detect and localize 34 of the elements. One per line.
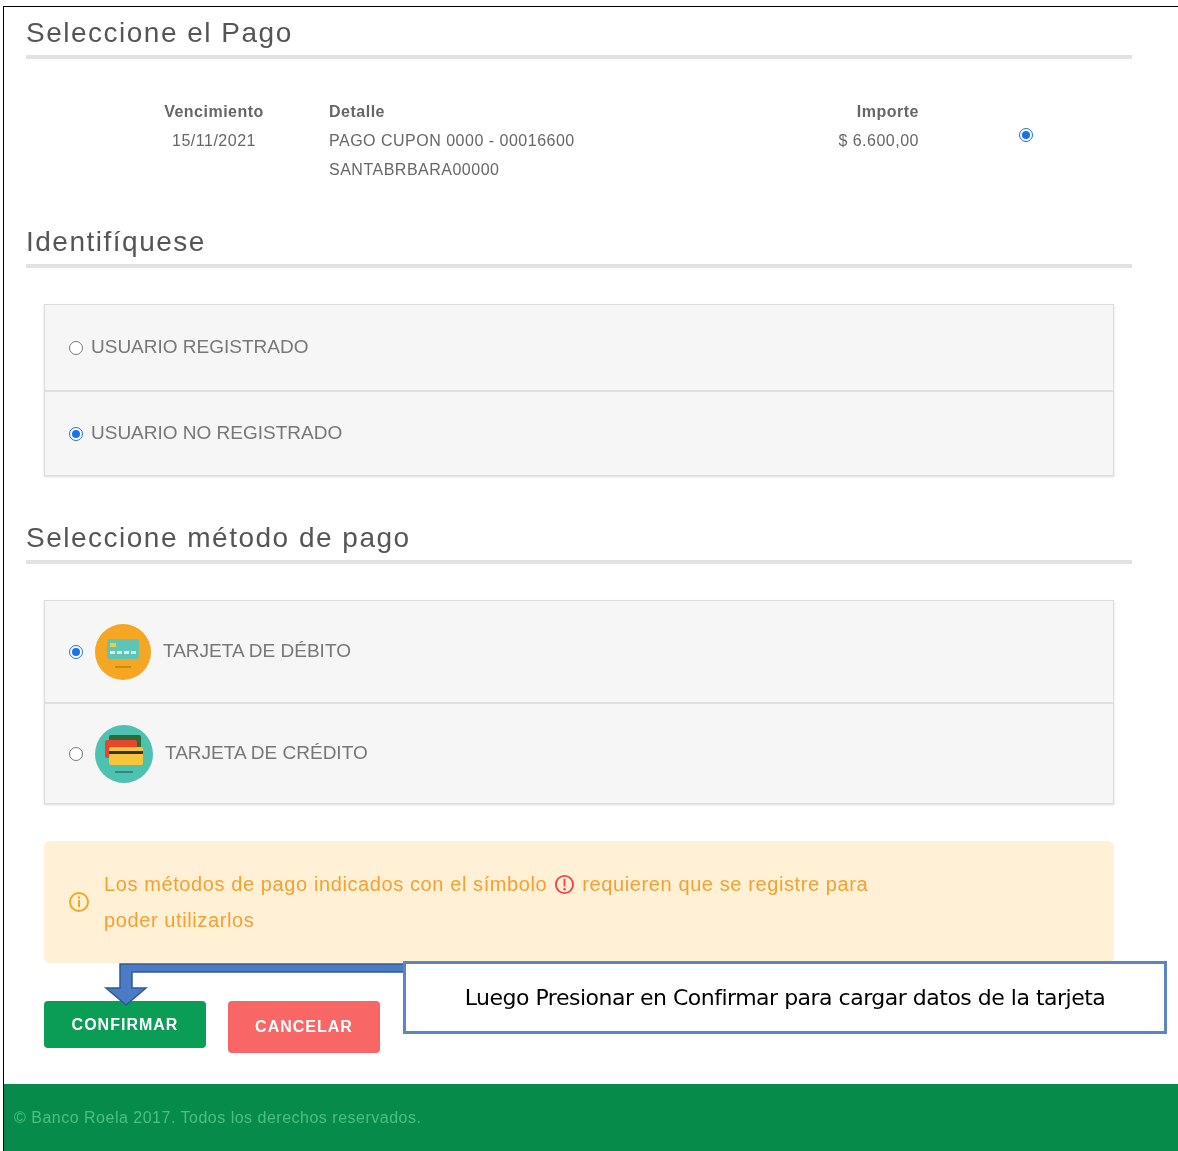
confirm-button[interactable]: CONFIRMAR bbox=[44, 1001, 206, 1048]
due-date: 15/11/2021 bbox=[172, 131, 256, 151]
option-row[interactable]: TARJETA DE CRÉDITO bbox=[45, 702, 1113, 803]
radio-button[interactable] bbox=[1019, 128, 1033, 142]
column-header: Importe bbox=[856, 102, 919, 122]
notice-text: requieren que se registre para bbox=[582, 872, 869, 897]
option-row[interactable]: USUARIO REGISTRADO bbox=[45, 305, 1113, 390]
option-row[interactable]: USUARIO NO REGISTRADO bbox=[45, 390, 1113, 475]
section-title: Identifíquese bbox=[26, 225, 207, 259]
option-label: USUARIO REGISTRADO bbox=[91, 335, 309, 360]
option-label: TARJETA DE DÉBITO bbox=[163, 639, 351, 664]
footer-text: © Banco Roela 2017. Todos los derechos reservados. bbox=[14, 1107, 422, 1128]
radio-button[interactable] bbox=[69, 644, 83, 659]
radio-button[interactable] bbox=[69, 340, 83, 355]
notice-text: Los métodos de pago indicados con el símbolo bbox=[104, 872, 548, 897]
section-title: Seleccione el Pago bbox=[26, 16, 294, 50]
exclamation-icon bbox=[554, 873, 576, 895]
callout-text: Luego Presionar en Confirmar para cargar datos de la tarjeta bbox=[464, 984, 1106, 1012]
credit-cards-icon bbox=[95, 724, 153, 783]
amount: $ 6.600,00 bbox=[838, 131, 919, 151]
option-label: TARJETA DE CRÉDITO bbox=[165, 741, 368, 766]
column-header: Vencimiento bbox=[164, 102, 264, 122]
cancel-button[interactable]: CANCELAR bbox=[228, 1001, 380, 1053]
radio-button[interactable] bbox=[69, 426, 83, 441]
debit-card-icon bbox=[95, 623, 151, 680]
radio-button[interactable] bbox=[69, 746, 83, 761]
option-row[interactable]: TARJETA DE DÉBITO bbox=[45, 601, 1113, 702]
info-icon bbox=[68, 891, 90, 913]
column-header: Detalle bbox=[329, 102, 386, 122]
payment-detail: SANTABRBARA00000 bbox=[329, 160, 501, 180]
payment-detail: PAGO CUPON 0000 - 00016600 bbox=[329, 131, 576, 151]
section-title: Seleccione método de pago bbox=[26, 521, 412, 555]
notice-text: poder utilizarlos bbox=[104, 908, 255, 933]
option-label: USUARIO NO REGISTRADO bbox=[91, 421, 343, 446]
